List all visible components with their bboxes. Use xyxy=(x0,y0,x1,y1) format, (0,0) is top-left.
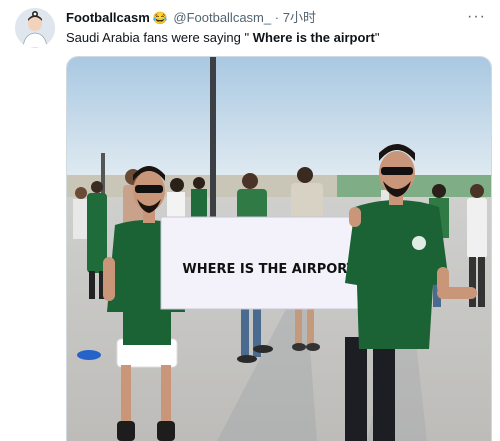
separator-dot: · xyxy=(274,10,280,25)
tweet-text-suffix: " xyxy=(374,30,380,45)
avatar[interactable] xyxy=(15,8,55,48)
tweet-text: Saudi Arabia fans were saying " Where is… xyxy=(66,29,490,47)
display-name[interactable]: Footballcasm xyxy=(66,10,150,25)
more-options-icon[interactable]: ··· xyxy=(467,8,486,26)
user-handle[interactable]: @Footballcasm_ xyxy=(173,10,271,25)
tweet-photo[interactable]: WHERE IS THE AIRPORT xyxy=(66,56,492,441)
tweet: Footballcasm 😂 @Footballcasm_ · 7小时 ··· S… xyxy=(0,0,500,441)
avatar-image xyxy=(15,8,55,48)
timestamp[interactable]: 7小时 xyxy=(283,10,316,25)
laughing-emoji-icon: 😂 xyxy=(152,11,168,25)
light-pole xyxy=(210,57,216,227)
sign-text: WHERE IS THE AIRPORT xyxy=(182,262,355,277)
airport-sign: WHERE IS THE AIRPORT xyxy=(160,216,378,310)
tweet-text-bold: Where is the airport xyxy=(252,30,375,45)
tweet-text-prefix: Saudi Arabia fans were saying " xyxy=(66,30,253,45)
tweet-header: Footballcasm 😂 @Footballcasm_ · 7小时 xyxy=(66,9,460,27)
sky xyxy=(67,57,491,187)
photo-scene: WHERE IS THE AIRPORT xyxy=(67,57,491,441)
